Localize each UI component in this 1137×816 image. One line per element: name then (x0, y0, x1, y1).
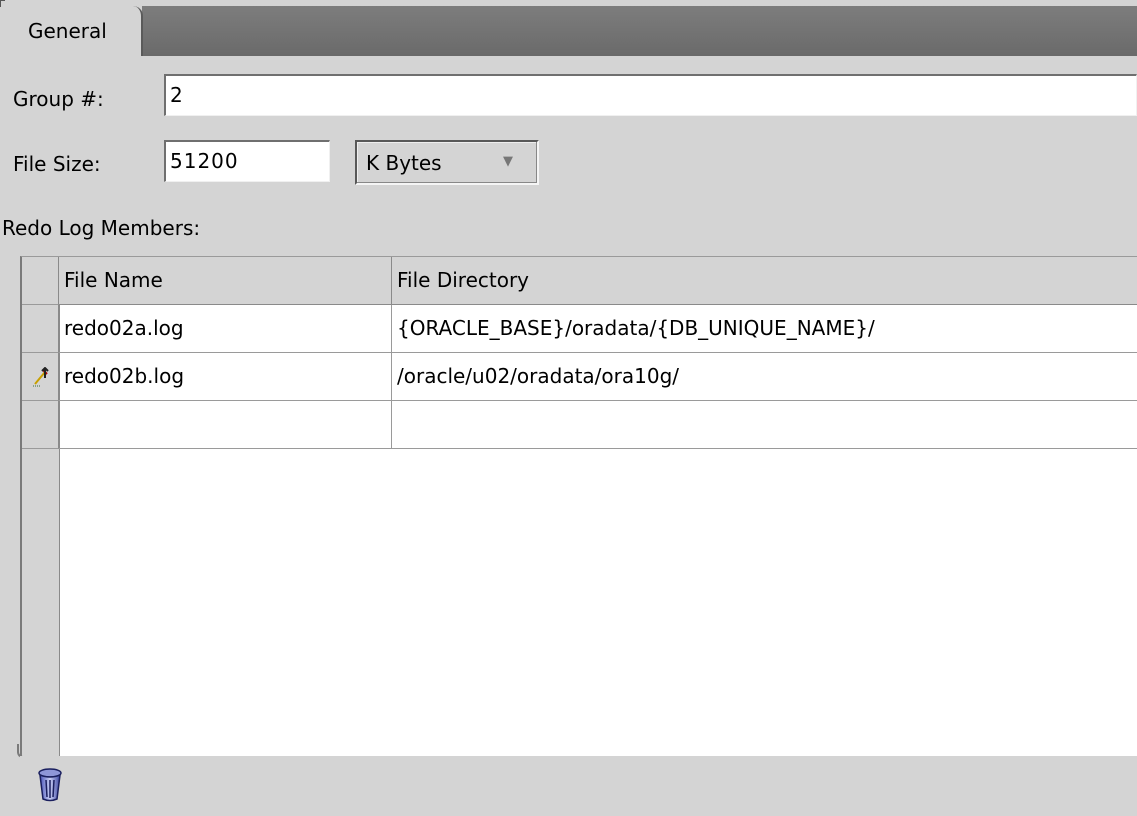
tab-strip: General (0, 0, 1137, 56)
trash-icon[interactable] (37, 768, 63, 802)
tab-label: General (28, 19, 107, 43)
table-cell-file-name[interactable]: redo02b.log (59, 353, 392, 401)
corner-mark (0, 0, 5, 7)
table-cell-file-name[interactable] (59, 401, 392, 449)
redo-log-members-table: File Name File Directory redo02a.log {OR… (20, 256, 1137, 756)
row-header[interactable] (22, 401, 59, 449)
table-cell-file-directory[interactable]: {ORACLE_BASE}/oradata/{DB_UNIQUE_NAME}/ (392, 305, 1137, 353)
column-header-file-name[interactable]: File Name (59, 257, 392, 305)
column-header-file-directory[interactable]: File Directory (392, 257, 1137, 305)
table-cell-file-directory[interactable] (392, 401, 1137, 449)
file-size-input[interactable]: 51200 (164, 140, 330, 182)
edit-pencil-icon (33, 367, 49, 387)
row-header[interactable] (22, 305, 59, 353)
tab-general[interactable]: General (13, 6, 143, 56)
size-unit-value: K Bytes (366, 151, 442, 175)
size-unit-select[interactable]: K Bytes ▼ (355, 140, 539, 185)
row-header[interactable] (22, 353, 59, 401)
file-size-label: File Size: (13, 152, 101, 176)
group-number-input[interactable]: 2 (164, 74, 1137, 116)
table-toolbar (20, 756, 1137, 816)
redo-log-members-label: Redo Log Members: (2, 216, 201, 240)
chevron-down-icon: ▼ (503, 154, 513, 169)
table-cell-file-directory[interactable]: /oracle/u02/oradata/ora10g/ (392, 353, 1137, 401)
table-cell-file-name[interactable]: redo02a.log (59, 305, 392, 353)
group-number-label: Group #: (13, 87, 104, 111)
tab-strip-background (142, 6, 1137, 56)
corner-header-cell (22, 257, 59, 305)
